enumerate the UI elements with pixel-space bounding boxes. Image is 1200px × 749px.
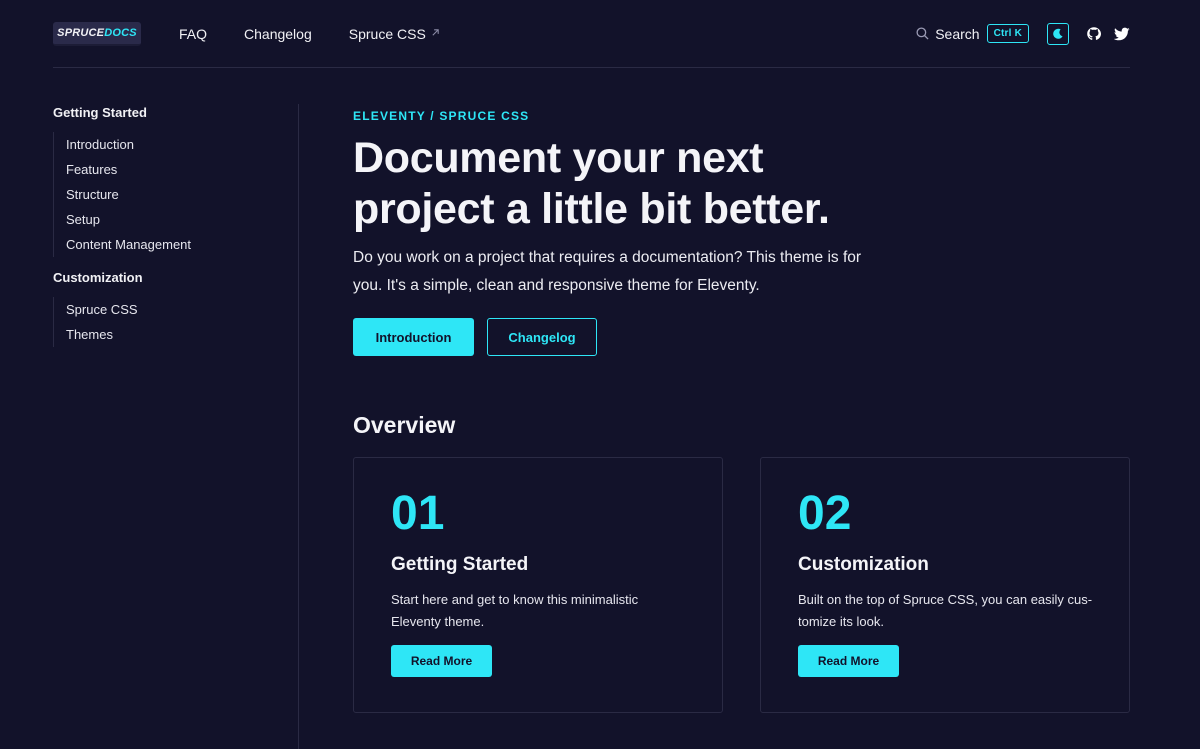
hero-description: Do you work on a project that requires a… bbox=[353, 249, 862, 294]
overview-card-getting-started: 01 Getting Started Start here and get to… bbox=[353, 457, 723, 713]
github-icon bbox=[1087, 26, 1101, 40]
twitter-link[interactable] bbox=[1114, 27, 1130, 41]
search-button[interactable]: Search Ctrl K bbox=[916, 24, 1029, 43]
sidebar-item-features[interactable]: Features bbox=[66, 157, 298, 182]
moon-icon bbox=[1053, 28, 1063, 39]
theme-toggle-button[interactable] bbox=[1047, 22, 1069, 45]
header-actions: Search Ctrl K bbox=[916, 22, 1130, 45]
nav-link-spruce-css[interactable]: Spruce CSS bbox=[349, 26, 440, 42]
nav-link-changelog[interactable]: Changelog bbox=[244, 26, 312, 42]
sidebar-heading: Customization bbox=[53, 270, 143, 285]
twitter-icon bbox=[1114, 27, 1130, 40]
github-link[interactable] bbox=[1086, 26, 1102, 42]
main-nav: FAQ Changelog Spruce CSS bbox=[179, 26, 477, 42]
sidebar: Getting Started Introduction Features St… bbox=[53, 104, 299, 749]
hero-title: Document your next project a little bit … bbox=[353, 134, 830, 233]
read-more-button[interactable]: Read More bbox=[798, 645, 899, 677]
sidebar-item-themes[interactable]: Themes bbox=[66, 322, 298, 347]
card-description: Start here and get to know this minimali… bbox=[391, 592, 639, 629]
sidebar-section-customization: Customization Spruce CSS Themes bbox=[53, 270, 298, 347]
card-title: Getting Started bbox=[391, 554, 529, 575]
sidebar-list: Introduction Features Structure Setup Co… bbox=[53, 132, 298, 257]
introduction-button[interactable]: Introduction bbox=[353, 318, 474, 356]
search-icon bbox=[916, 27, 929, 40]
card-number: 02 bbox=[798, 487, 852, 540]
nav-link-faq[interactable]: FAQ bbox=[179, 26, 207, 42]
card-title: Customization bbox=[798, 554, 929, 575]
card-number: 01 bbox=[391, 487, 445, 540]
hero-buttons: Introduction Changelog bbox=[353, 318, 1130, 356]
external-link-icon bbox=[431, 28, 440, 40]
logo-text-docs: DOCS bbox=[104, 26, 137, 39]
nav-link-label: Spruce CSS bbox=[348, 25, 426, 42]
sidebar-item-spruce-css[interactable]: Spruce CSS bbox=[66, 297, 298, 322]
sidebar-heading: Getting Started bbox=[53, 105, 147, 120]
overview-card-customization: 02 Customization Built on the top of Spr… bbox=[760, 457, 1130, 713]
sidebar-section-getting-started: Getting Started Introduction Features St… bbox=[53, 105, 298, 257]
sidebar-item-introduction[interactable]: Introduction bbox=[66, 132, 298, 157]
sidebar-list: Spruce CSS Themes bbox=[53, 297, 298, 347]
changelog-button[interactable]: Changelog bbox=[487, 318, 597, 356]
search-shortcut-badge: Ctrl K bbox=[986, 24, 1029, 43]
read-more-button[interactable]: Read More bbox=[391, 645, 492, 677]
site-header: SPRUCE DOCS FAQ Changelog Spruce CSS Sear… bbox=[53, 0, 1130, 68]
search-label: Search bbox=[935, 25, 980, 42]
main-content: ELEVENTY / SPRUCE CSS Document your next… bbox=[353, 104, 1130, 713]
overview-cards: 01 Getting Started Start here and get to… bbox=[353, 457, 1130, 713]
overview-title: Overview bbox=[353, 412, 456, 438]
hero-eyebrow: ELEVENTY / SPRUCE CSS bbox=[353, 109, 530, 123]
logo[interactable]: SPRUCE DOCS bbox=[53, 21, 141, 46]
sidebar-item-setup[interactable]: Setup bbox=[66, 207, 298, 232]
nav-link-label: FAQ bbox=[179, 25, 208, 42]
sidebar-item-structure[interactable]: Structure bbox=[66, 182, 298, 207]
sidebar-item-content-management[interactable]: Content Management bbox=[66, 232, 298, 257]
nav-link-label: Changelog bbox=[244, 25, 312, 42]
card-description: Built on the top of Spruce CSS, you can … bbox=[798, 592, 1093, 629]
logo-text-spruce: SPRUCE bbox=[57, 26, 105, 39]
